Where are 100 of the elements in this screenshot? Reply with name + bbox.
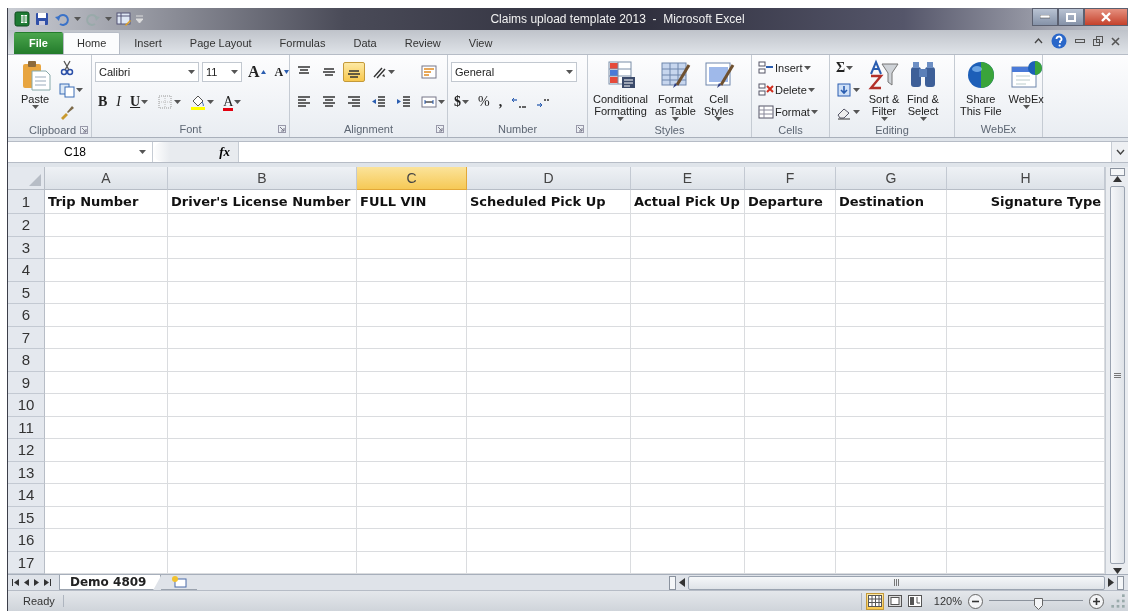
row-header[interactable]: 6: [8, 304, 45, 327]
ribbon-button[interactable]: Insert: [755, 58, 814, 78]
zoom-out-button[interactable]: [968, 593, 983, 609]
table-cell: FULL VIN: [357, 190, 467, 214]
row-header[interactable]: 15: [8, 506, 45, 529]
left-arrow-icon: [679, 578, 685, 587]
caret-icon: [438, 100, 445, 104]
file-tab[interactable]: File: [14, 32, 63, 54]
ribbon-tab[interactable]: Page Layout: [175, 32, 266, 54]
caret-icon: [231, 70, 238, 74]
group-label: Font: [179, 123, 202, 135]
fill-down-icon: [836, 82, 852, 98]
row-header[interactable]: 4: [8, 259, 45, 282]
column-header[interactable]: A: [45, 167, 168, 190]
ribbon-button[interactable]: Paste: [17, 58, 53, 110]
row-header[interactable]: 8: [8, 349, 45, 372]
caret-icon: [880, 117, 888, 121]
ribbon-button[interactable]: ,: [495, 92, 506, 112]
caret-icon: [74, 17, 81, 21]
page-break-icon: [907, 595, 922, 607]
ribbon-button[interactable]: Format as Table: [653, 58, 698, 122]
scroll-thumb[interactable]: [1109, 186, 1125, 564]
row-header[interactable]: 13: [8, 461, 45, 484]
ribbon-button[interactable]: Sort & Filter: [866, 58, 902, 122]
ribbon-tab[interactable]: Home: [62, 32, 121, 54]
decrease-indent-icon: [371, 94, 387, 110]
ribbon-button[interactable]: Format: [755, 102, 821, 122]
ribbon-button[interactable]: A: [245, 62, 269, 82]
ribbon-button[interactable]: A: [220, 92, 245, 112]
ribbon-button[interactable]: Cell Styles: [700, 58, 737, 122]
close-button[interactable]: [1084, 8, 1128, 26]
ribbon-button[interactable]: Share This File: [958, 58, 1004, 118]
ribbon-button[interactable]: $: [451, 92, 472, 112]
row-header[interactable]: 10: [8, 394, 45, 417]
column-header[interactable]: E: [631, 167, 745, 190]
combo-box[interactable]: Calibri: [95, 62, 199, 82]
ribbon-button[interactable]: A: [271, 62, 293, 82]
help-icon: [1051, 33, 1067, 49]
minimize-button[interactable]: [1032, 8, 1058, 26]
view-button[interactable]: [865, 592, 884, 610]
ribbon-tab[interactable]: Review: [390, 32, 455, 54]
combo-box[interactable]: 11: [202, 62, 242, 82]
split-handle[interactable]: [1109, 168, 1125, 176]
column-header[interactable]: H: [947, 167, 1105, 190]
insert-function-button[interactable]: fx: [219, 144, 230, 160]
slider-thumb[interactable]: [1034, 595, 1044, 607]
ribbon-tab[interactable]: Insert: [120, 32, 176, 54]
ribbon-button[interactable]: Find & Select: [905, 58, 941, 122]
combo-box[interactable]: General: [451, 62, 577, 82]
row-header[interactable]: 5: [8, 281, 45, 304]
row-header[interactable]: 7: [8, 326, 45, 349]
caret-icon: [141, 100, 149, 104]
column-header[interactable]: F: [745, 167, 836, 190]
ribbon-button[interactable]: I: [113, 92, 124, 112]
table-cell: Driver's License Number: [168, 190, 357, 214]
ribbon-button[interactable]: B: [95, 92, 111, 112]
split-handle[interactable]: [1117, 575, 1124, 590]
ribbon-button[interactable]: [343, 62, 365, 82]
column-header[interactable]: G: [836, 167, 947, 190]
maximize-button[interactable]: [1058, 8, 1084, 26]
ribbon-button[interactable]: Conditional Formatting: [591, 58, 651, 122]
row-header[interactable]: 9: [8, 371, 45, 394]
row-header[interactable]: 1: [8, 190, 45, 214]
view-button[interactable]: [885, 592, 904, 610]
ribbon-button[interactable]: WebEx: [1006, 58, 1046, 110]
row-header[interactable]: 3: [8, 236, 45, 259]
ribbon-button[interactable]: %: [475, 92, 493, 112]
row-header[interactable]: 17: [8, 551, 45, 574]
row-header[interactable]: 12: [8, 439, 45, 462]
vertical-scrollbar[interactable]: [1105, 167, 1128, 574]
ribbon-tab[interactable]: View: [454, 32, 507, 54]
caret-icon: [919, 117, 927, 121]
row-header[interactable]: 11: [8, 416, 45, 439]
next-sheet-icon: [34, 579, 39, 586]
column-header[interactable]: D: [467, 167, 631, 190]
sheet-tab[interactable]: Demo 4809: [59, 575, 162, 590]
ribbon-button[interactable]: Delete: [755, 80, 818, 100]
expand-button[interactable]: [1111, 142, 1128, 162]
name-box[interactable]: C18: [8, 142, 153, 162]
ribbon-tab[interactable]: Data: [339, 32, 391, 54]
row-header[interactable]: 14: [8, 484, 45, 507]
zoom-in-button[interactable]: [1089, 593, 1104, 609]
group-label: Alignment: [344, 123, 393, 135]
chevron-down-icon: [1115, 149, 1125, 155]
ribbon-button[interactable]: Σ: [833, 58, 857, 78]
resize-grip-icon: [1110, 593, 1126, 609]
caret-icon: [105, 17, 112, 21]
split-handle[interactable]: [669, 575, 676, 590]
ribbon-tab[interactable]: Formulas: [265, 32, 340, 54]
table-cell: Scheduled Pick Up: [467, 190, 631, 214]
row-header[interactable]: 2: [8, 214, 45, 237]
row-header[interactable]: 16: [8, 529, 45, 552]
column-header[interactable]: B: [168, 167, 357, 190]
copy-icon: [59, 82, 75, 98]
status-text: Ready: [8, 595, 64, 607]
column-header[interactable]: C: [357, 167, 467, 190]
view-button[interactable]: [905, 592, 924, 610]
sort-filter-icon: [868, 59, 900, 91]
table-cell: Trip Number: [45, 190, 168, 214]
ribbon-button[interactable]: U: [127, 92, 152, 112]
